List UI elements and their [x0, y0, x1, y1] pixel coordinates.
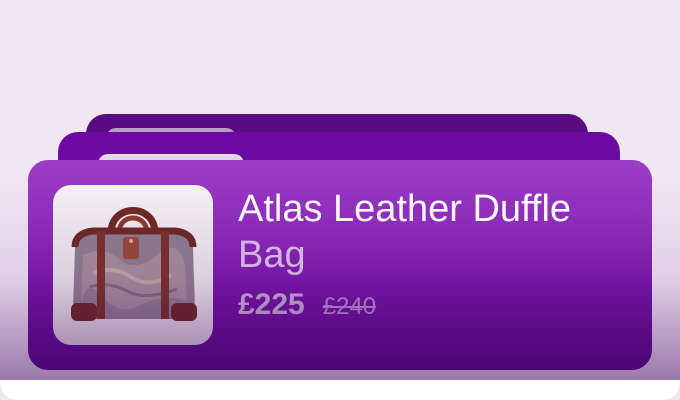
- product-image: [53, 185, 213, 345]
- current-price: £225: [238, 288, 305, 321]
- product-card[interactable]: Atlas Leather Duffle Bag £225 £240: [28, 160, 652, 370]
- product-card-stack: Atlas Leather Duffle Bag £225 £240: [0, 0, 680, 400]
- duffle-bag-icon: [71, 207, 197, 321]
- original-price: £240: [322, 293, 377, 320]
- product-title-line2: Bag: [238, 234, 306, 276]
- price-row: £225 £240: [238, 288, 376, 322]
- product-title-line1: Atlas Leather Duffle: [238, 188, 572, 230]
- product-title[interactable]: Atlas Leather Duffle Bag: [238, 186, 638, 278]
- bottom-band: [0, 380, 680, 400]
